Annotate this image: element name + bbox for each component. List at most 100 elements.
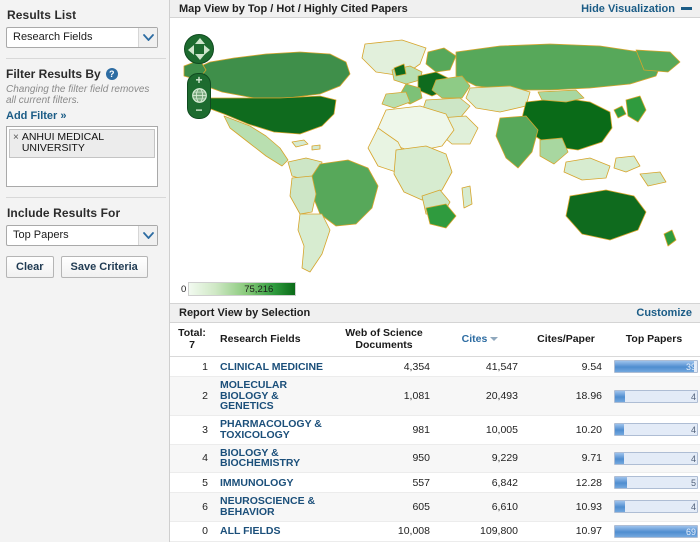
- research-field-link[interactable]: CLINICAL MEDICINE: [220, 361, 323, 373]
- cites-sort-link[interactable]: Cites: [462, 333, 488, 345]
- row-documents: 10,008: [332, 521, 436, 542]
- close-icon[interactable]: ×: [13, 132, 19, 154]
- column-documents[interactable]: Web of Science Documents: [332, 323, 436, 357]
- row-top-papers: 4: [608, 492, 700, 522]
- results-list-select[interactable]: Research Fields: [6, 27, 158, 48]
- research-field-link[interactable]: ALL FIELDS: [220, 526, 280, 537]
- row-cites: 109,800: [436, 521, 524, 542]
- row-rank: 4: [170, 444, 214, 473]
- research-field-link[interactable]: NEUROSCIENCE & BEHAVIOR: [220, 496, 326, 517]
- save-criteria-button[interactable]: Save Criteria: [60, 256, 148, 278]
- column-top-papers[interactable]: Top Papers: [608, 323, 700, 357]
- pan-up-icon[interactable]: [195, 38, 205, 44]
- top-papers-bar: 4: [614, 451, 698, 465]
- top-papers-value: 39: [685, 362, 696, 372]
- results-list-select-value: Research Fields: [6, 27, 158, 48]
- top-papers-bar-fill: [615, 452, 625, 464]
- row-rank: 6: [170, 492, 214, 522]
- row-top-papers: 69: [608, 521, 700, 542]
- clear-button[interactable]: Clear: [6, 256, 54, 278]
- row-cites: 6,610: [436, 492, 524, 522]
- top-papers-value: 69: [685, 526, 696, 537]
- row-documents: 557: [332, 472, 436, 493]
- column-documents-line1: Web of Science: [345, 327, 423, 339]
- zoom-out-icon[interactable]: −: [195, 104, 202, 116]
- table-row[interactable]: 6 NEUROSCIENCE & BEHAVIOR 605 6,610 10.93 4: [170, 492, 700, 522]
- row-cites: 6,842: [436, 472, 524, 493]
- total-value: 7: [189, 339, 195, 351]
- row-field: BIOLOGY & BIOCHEMISTRY: [214, 444, 332, 473]
- legend-min-label: 0: [181, 283, 187, 295]
- world-map-visualization[interactable]: + − 0 75,216: [170, 18, 700, 303]
- row-top-papers: 39: [608, 356, 700, 377]
- pan-left-icon[interactable]: [188, 45, 194, 55]
- row-cites-per-paper: 18.96: [524, 376, 608, 416]
- hide-visualization-link[interactable]: Hide Visualization: [581, 3, 675, 15]
- column-cites[interactable]: Cites: [436, 323, 524, 357]
- row-documents: 981: [332, 415, 436, 445]
- table-row[interactable]: 0 ALL FIELDS 10,008 109,800 10.97 69: [170, 521, 700, 542]
- top-papers-bar-fill: [615, 501, 625, 513]
- top-papers-bar: 4: [614, 500, 698, 514]
- application-window: Results List Research Fields Filter Resu…: [0, 0, 700, 542]
- filter-box[interactable]: × ANHUI MEDICAL UNIVERSITY: [6, 126, 158, 187]
- research-field-link[interactable]: PHARMACOLOGY & TOXICOLOGY: [220, 419, 326, 440]
- table-row[interactable]: 2 MOLECULAR BIOLOGY & GENETICS 1,081 20,493…: [170, 376, 700, 416]
- map-navigation-controls[interactable]: + −: [184, 34, 214, 119]
- top-papers-bar-fill: [615, 424, 625, 436]
- include-results-select[interactable]: Top Papers: [6, 225, 158, 246]
- map-panel-title: Map View by Top / Hot / Highly Cited Pap…: [179, 2, 408, 15]
- table-row[interactable]: 4 BIOLOGY & BIOCHEMISTRY 950 9,229 9.71 4: [170, 444, 700, 473]
- minus-icon[interactable]: [681, 7, 692, 10]
- row-cites-per-paper: 9.54: [524, 356, 608, 377]
- filter-chip[interactable]: × ANHUI MEDICAL UNIVERSITY: [9, 129, 155, 158]
- world-map-svg[interactable]: [170, 18, 700, 303]
- column-cites-per-paper[interactable]: Cites/Paper: [524, 323, 608, 357]
- research-field-link[interactable]: MOLECULAR BIOLOGY & GENETICS: [220, 380, 326, 412]
- filter-results-header: Filter Results By ?: [6, 67, 161, 81]
- sidebar-divider-2: [6, 197, 166, 198]
- map-pan-control[interactable]: [184, 34, 214, 64]
- total-label: Total:: [178, 327, 206, 339]
- top-papers-value: 5: [690, 478, 696, 488]
- map-panel-actions: Hide Visualization: [581, 3, 692, 15]
- globe-icon[interactable]: [191, 87, 208, 104]
- chevron-down-icon: [138, 226, 157, 245]
- row-cites-per-paper: 10.20: [524, 415, 608, 445]
- include-results-select-value: Top Papers: [6, 225, 158, 246]
- table-row[interactable]: 1 CLINICAL MEDICINE 4,354 41,547 9.54 39: [170, 356, 700, 377]
- top-papers-bar: 39: [614, 360, 698, 373]
- help-icon[interactable]: ?: [105, 68, 118, 80]
- row-cites-per-paper: 9.71: [524, 444, 608, 473]
- row-documents: 950: [332, 444, 436, 473]
- research-field-link[interactable]: BIOLOGY & BIOCHEMISTRY: [220, 447, 326, 469]
- add-filter-link[interactable]: Add Filter »: [6, 110, 161, 122]
- research-field-link[interactable]: IMMUNOLOGY: [220, 477, 294, 489]
- zoom-in-icon[interactable]: +: [195, 74, 202, 86]
- row-documents: 1,081: [332, 376, 436, 416]
- customize-link[interactable]: Customize: [636, 307, 692, 319]
- sidebar-divider-1: [6, 58, 166, 59]
- column-total: Total: 7: [170, 323, 214, 357]
- top-papers-bar: 69: [614, 524, 698, 538]
- column-research-fields[interactable]: Research Fields: [214, 323, 332, 357]
- table-row[interactable]: 5 IMMUNOLOGY 557 6,842 12.28 5: [170, 472, 700, 493]
- table-row[interactable]: 3 PHARMACOLOGY & TOXICOLOGY 981 10,005 10.20…: [170, 415, 700, 445]
- top-papers-value: 4: [690, 453, 696, 464]
- filter-box-empty-area[interactable]: [9, 158, 155, 184]
- row-field: ALL FIELDS: [214, 521, 332, 542]
- row-top-papers: 4: [608, 376, 700, 416]
- row-cites: 10,005: [436, 415, 524, 445]
- filter-note-text: Changing the filter field removes all cu…: [6, 84, 150, 106]
- row-cites-per-paper: 10.93: [524, 492, 608, 522]
- top-papers-bar: 4: [614, 389, 698, 403]
- pan-right-icon[interactable]: [204, 45, 210, 55]
- filter-results-label: Filter Results By: [6, 67, 101, 81]
- map-zoom-control[interactable]: + −: [187, 73, 211, 119]
- top-papers-bar-fill: [615, 390, 625, 402]
- sidebar: Results List Research Fields Filter Resu…: [0, 0, 170, 542]
- table-header-row: Total: 7 Research Fields Web of Science …: [170, 323, 700, 357]
- sort-descending-icon[interactable]: [490, 337, 499, 342]
- row-rank: 5: [170, 472, 214, 493]
- row-top-papers: 5: [608, 472, 700, 493]
